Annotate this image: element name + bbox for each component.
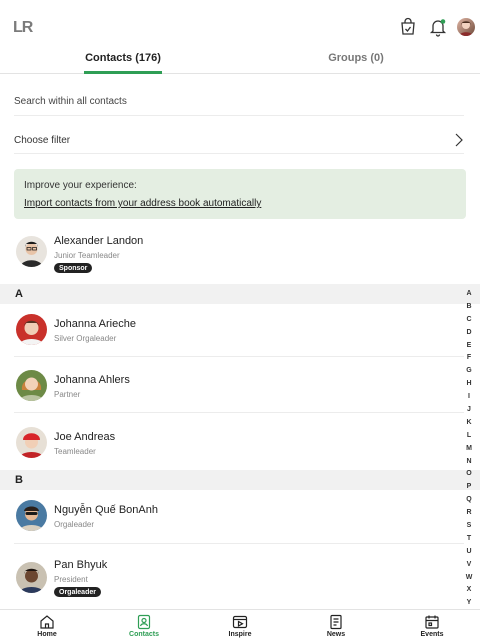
alphabet-letter-m[interactable]: M: [462, 443, 476, 456]
alphabet-letter-c[interactable]: C: [462, 314, 476, 327]
nav-contacts[interactable]: Contacts: [114, 614, 174, 638]
alphabet-letter-r[interactable]: R: [462, 507, 476, 520]
alphabet-letter-h[interactable]: H: [462, 378, 476, 391]
home-icon: [40, 615, 54, 629]
avatar: [16, 427, 47, 458]
contact-name: Nguyễn Quế BonAnh: [54, 504, 158, 516]
alphabet-letter-f[interactable]: F: [462, 352, 476, 365]
alphabet-letter-p[interactable]: P: [462, 481, 476, 494]
import-contacts-link[interactable]: Import contacts from your address book a…: [24, 198, 261, 209]
list-item[interactable]: Johanna Arieche Silver Orgaleader: [0, 314, 480, 354]
alphabet-letter-w[interactable]: W: [462, 572, 476, 585]
filter-selector[interactable]: Choose filter: [14, 126, 464, 154]
bell-icon[interactable]: [428, 17, 448, 37]
inspire-icon: [232, 615, 248, 629]
top-bar: LR: [0, 0, 480, 48]
section-header-b: B: [0, 470, 480, 490]
alphabet-letter-a[interactable]: A: [462, 288, 476, 301]
cart-icon[interactable]: [398, 17, 418, 37]
alphabet-letter-j[interactable]: J: [462, 404, 476, 417]
sponsor-contact[interactable]: Alexander Landon Junior Teamleader Spons…: [0, 234, 480, 284]
tab-contacts[interactable]: Contacts (176): [84, 48, 162, 74]
alphabet-letter-u[interactable]: U: [462, 546, 476, 559]
alphabet-index[interactable]: ABCDEFGHIJKLMNOPQRSTUVWXY: [462, 288, 476, 610]
avatar: [16, 562, 47, 593]
nav-events[interactable]: Events: [402, 614, 462, 638]
section-header-a: A: [0, 284, 480, 304]
avatar[interactable]: [457, 18, 475, 36]
alphabet-letter-o[interactable]: O: [462, 468, 476, 481]
nav-news[interactable]: News: [306, 614, 366, 638]
list-item[interactable]: Pan Bhyuk President Orgaleader: [0, 556, 480, 606]
divider: [14, 412, 464, 413]
list-item[interactable]: Johanna Ahlers Partner: [0, 370, 480, 410]
alphabet-letter-b[interactable]: B: [462, 301, 476, 314]
sponsor-badge: Sponsor: [54, 263, 93, 273]
events-icon: [425, 615, 439, 629]
nav-label: Events: [420, 631, 444, 638]
lr-logo[interactable]: LR: [13, 19, 33, 37]
contact-name: Alexander Landon: [54, 235, 144, 247]
divider: [14, 543, 464, 544]
nav-label: Home: [37, 631, 57, 638]
alphabet-letter-v[interactable]: V: [462, 559, 476, 572]
section-letter: B: [15, 474, 23, 486]
nav-label: News: [326, 631, 346, 638]
alphabet-letter-s[interactable]: S: [462, 520, 476, 533]
tab-bar: Contacts (176) Groups (0): [0, 48, 480, 74]
contact-role: Junior Teamleader: [54, 251, 120, 260]
contact-role: Partner: [54, 390, 81, 399]
alphabet-letter-i[interactable]: I: [462, 391, 476, 404]
contact-name: Pan Bhyuk: [54, 559, 108, 571]
alphabet-letter-t[interactable]: T: [462, 533, 476, 546]
avatar: [16, 370, 47, 401]
nav-label: Inspire: [228, 631, 252, 638]
contact-name: Joe Andreas: [54, 431, 116, 443]
alphabet-letter-d[interactable]: D: [462, 327, 476, 340]
contact-name: Johanna Ahlers: [54, 374, 130, 386]
nav-label: Contacts: [129, 631, 159, 638]
filter-label: Choose filter: [14, 135, 71, 146]
chevron-right-icon: [455, 133, 463, 147]
contact-role: Orgaleader: [54, 520, 95, 529]
news-icon: [330, 614, 342, 630]
list-item[interactable]: Nguyễn Quế BonAnh Orgaleader: [0, 500, 480, 540]
avatar: [16, 314, 47, 345]
alphabet-letter-x[interactable]: X: [462, 584, 476, 597]
search-placeholder: Search within all contacts: [14, 96, 127, 107]
alphabet-letter-n[interactable]: N: [462, 456, 476, 469]
contact-role: Teamleader: [54, 447, 96, 456]
bottom-navigation: Home Contacts Inspire News Events: [0, 609, 480, 641]
nav-inspire[interactable]: Inspire: [210, 614, 270, 638]
list-item[interactable]: Joe Andreas Teamleader: [0, 427, 480, 467]
avatar: [16, 236, 47, 267]
alphabet-letter-q[interactable]: Q: [462, 494, 476, 507]
orgaleader-badge: Orgaleader: [54, 587, 101, 597]
contacts-icon: [137, 614, 151, 630]
contact-role: President: [54, 575, 88, 584]
banner-title: Improve your experience:: [24, 180, 137, 191]
alphabet-letter-e[interactable]: E: [462, 340, 476, 353]
alphabet-letter-g[interactable]: G: [462, 365, 476, 378]
divider: [14, 356, 464, 357]
contact-name: Johanna Arieche: [54, 318, 136, 330]
avatar: [16, 500, 47, 531]
contact-role: Silver Orgaleader: [54, 334, 117, 343]
alphabet-letter-k[interactable]: K: [462, 417, 476, 430]
improve-experience-banner: Improve your experience: Import contacts…: [14, 169, 466, 219]
nav-home[interactable]: Home: [17, 614, 77, 638]
section-letter: A: [15, 288, 23, 300]
alphabet-letter-l[interactable]: L: [462, 430, 476, 443]
search-input[interactable]: Search within all contacts: [14, 86, 464, 116]
tab-groups[interactable]: Groups (0): [316, 48, 396, 74]
